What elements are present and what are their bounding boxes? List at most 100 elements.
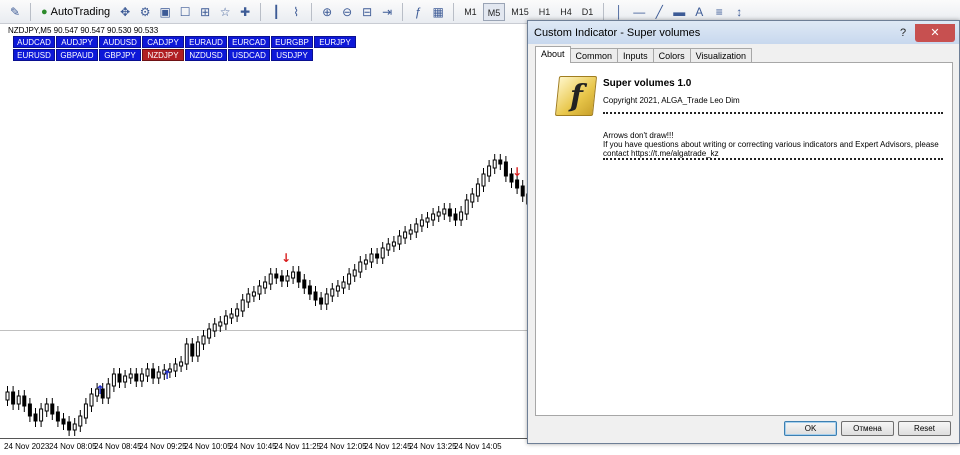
candle-body bbox=[123, 375, 128, 383]
candle-body bbox=[520, 185, 525, 197]
timeframe-h4[interactable]: H4 bbox=[556, 3, 576, 21]
timeframe-m1[interactable]: M1 bbox=[460, 3, 481, 21]
reset-button[interactable]: Reset bbox=[898, 421, 951, 436]
candle-body bbox=[431, 213, 436, 221]
toolbar-separator bbox=[603, 2, 605, 21]
candle-body bbox=[475, 183, 480, 197]
timeframe-m5[interactable]: M5 bbox=[482, 2, 506, 21]
candle-body bbox=[481, 173, 486, 187]
autotrading-label: AutoTrading bbox=[50, 5, 111, 18]
new-order-icon[interactable]: ✎ bbox=[6, 3, 24, 21]
time-axis-label: 24 Nov 10:45 bbox=[229, 442, 277, 451]
bar-chart-icon[interactable]: ┃ bbox=[267, 3, 285, 21]
tab-colors[interactable]: Colors bbox=[652, 48, 691, 63]
timeframe-h1[interactable]: H1 bbox=[535, 3, 555, 21]
sell-arrow-icon: ↓ bbox=[281, 251, 291, 265]
sell-arrow-icon: ↓ bbox=[512, 165, 522, 179]
candle-body bbox=[156, 371, 161, 379]
candle-body bbox=[55, 411, 60, 422]
cancel-button[interactable]: Отмена bbox=[841, 421, 894, 436]
tab-inputs[interactable]: Inputs bbox=[617, 48, 654, 63]
expert-icon[interactable]: ⚙ bbox=[136, 3, 154, 21]
autotrading-button[interactable]: ● AutoTrading bbox=[37, 2, 114, 22]
candle-body bbox=[184, 343, 189, 365]
indicator-title: Super volumes 1.0 bbox=[603, 78, 692, 89]
candle-body bbox=[375, 253, 380, 259]
time-axis-label: 24 Nov 12:45 bbox=[364, 442, 412, 451]
candle-body bbox=[61, 418, 66, 425]
indicators-icon[interactable]: ƒ bbox=[409, 3, 427, 21]
folder-icon[interactable]: ▣ bbox=[156, 3, 174, 21]
candle-body bbox=[207, 328, 212, 339]
candle-body bbox=[492, 159, 497, 169]
horizontal-line-icon[interactable]: — bbox=[630, 3, 648, 21]
candle-body bbox=[319, 297, 324, 305]
properties-icon[interactable]: ☐ bbox=[176, 3, 194, 21]
favorites-icon[interactable]: ☆ bbox=[216, 3, 234, 21]
candle-body bbox=[436, 211, 441, 217]
candle-body bbox=[251, 291, 256, 297]
description-line: If you have questions about writing or c… bbox=[603, 140, 939, 158]
candle-body bbox=[302, 279, 307, 289]
trendline-icon[interactable]: ╱ bbox=[650, 3, 668, 21]
help-icon[interactable]: ? bbox=[891, 24, 915, 42]
candle-body bbox=[190, 343, 195, 357]
candle-body bbox=[498, 159, 503, 165]
arrows-icon[interactable]: ↕ bbox=[730, 3, 748, 21]
candle-body bbox=[347, 273, 352, 285]
templates-icon[interactable]: ⊞ bbox=[196, 3, 214, 21]
description-line: Arrows don't draw!!! bbox=[603, 131, 674, 140]
candle-body bbox=[5, 391, 10, 401]
candle-body bbox=[201, 335, 206, 345]
candle-body bbox=[117, 373, 122, 383]
crosshair-icon[interactable]: ✥ bbox=[116, 3, 134, 21]
candle-body bbox=[173, 363, 178, 372]
candle-body bbox=[212, 323, 217, 332]
candle-body bbox=[391, 241, 396, 247]
text-icon[interactable]: A bbox=[690, 3, 708, 21]
candle-body bbox=[358, 261, 363, 273]
tab-visualization[interactable]: Visualization bbox=[689, 48, 752, 63]
close-icon[interactable]: ✕ bbox=[915, 23, 955, 42]
line-chart-icon[interactable]: ⌇ bbox=[287, 3, 305, 21]
dialog-titlebar[interactable]: Custom Indicator - Super volumes ? ✕ bbox=[528, 21, 959, 44]
candle-body bbox=[408, 229, 413, 235]
price-chart[interactable]: NZDJPY,M5 90.547 90.547 90.530 90.533 AU… bbox=[0, 24, 527, 455]
autoscroll-icon[interactable]: ⇥ bbox=[378, 3, 396, 21]
vertical-line-icon[interactable]: │ bbox=[610, 3, 628, 21]
candle-body bbox=[16, 395, 21, 405]
candle-body bbox=[341, 281, 346, 289]
timeframe-m15[interactable]: M15 bbox=[507, 3, 533, 21]
candlestick-series: ↑ ↑ ↓ ↓ bbox=[5, 154, 527, 436]
candle-body bbox=[324, 293, 329, 305]
fibonacci-icon[interactable]: ≡ bbox=[710, 3, 728, 21]
ok-button[interactable]: OK bbox=[784, 421, 837, 436]
candle-body bbox=[487, 165, 492, 177]
candle-body bbox=[11, 391, 16, 405]
rectangle-icon[interactable]: ▬ bbox=[670, 3, 688, 21]
candle-body bbox=[263, 281, 268, 289]
candle-body bbox=[330, 288, 335, 297]
divider bbox=[603, 158, 943, 160]
candle-body bbox=[313, 291, 318, 301]
candle-body bbox=[274, 273, 279, 279]
zoom-in-icon[interactable]: ⊕ bbox=[318, 3, 336, 21]
description-text: Arrows don't draw!!! If you have questio… bbox=[603, 131, 943, 158]
candle-body bbox=[106, 383, 111, 399]
candle-body bbox=[83, 403, 88, 419]
candle-body bbox=[503, 161, 508, 177]
candle-body bbox=[425, 217, 430, 223]
candle-body bbox=[78, 415, 83, 427]
zoom-out-icon[interactable]: ⊖ bbox=[338, 3, 356, 21]
candle-body bbox=[27, 403, 32, 417]
tab-common[interactable]: Common bbox=[569, 48, 619, 63]
periods-icon[interactable]: ▦ bbox=[429, 3, 447, 21]
buy-arrow-icon: ↑ bbox=[162, 368, 172, 382]
new-chart-icon[interactable]: ✚ bbox=[236, 3, 254, 21]
tile-windows-icon[interactable]: ⊟ bbox=[358, 3, 376, 21]
candle-body bbox=[240, 299, 245, 312]
tab-about[interactable]: About bbox=[535, 46, 571, 63]
candle-body bbox=[515, 179, 520, 189]
timeframe-d1[interactable]: D1 bbox=[578, 3, 598, 21]
candle-body bbox=[72, 423, 77, 431]
